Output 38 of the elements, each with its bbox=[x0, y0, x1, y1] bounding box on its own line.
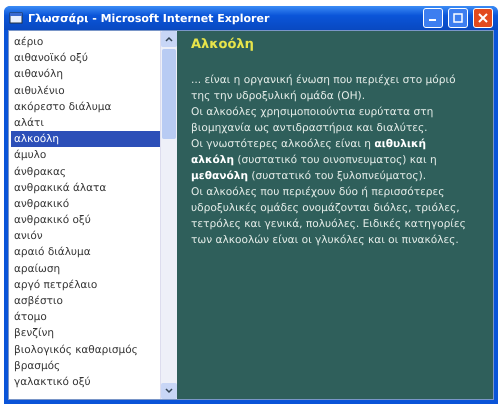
scrollbar[interactable] bbox=[160, 31, 177, 399]
glossary-item[interactable]: άνθρακας bbox=[11, 164, 160, 180]
maximize-button[interactable] bbox=[448, 8, 468, 28]
glossary-item[interactable]: αλάτι bbox=[11, 114, 160, 132]
entry-text: ... είναι η οργανική ένωση που περιέχει στο μόριό της την υδροξυλική ομάδα (ΟΗ). bbox=[191, 73, 457, 104]
glossary-item[interactable]: ανθρακικά άλατα bbox=[11, 180, 160, 196]
glossary-item[interactable]: ακόρεστο διάλυμα bbox=[11, 98, 160, 115]
glossary-item[interactable]: αιθυλένιο bbox=[11, 82, 160, 99]
window-title: Γλωσσάρι - Microsoft Internet Explorer bbox=[28, 12, 270, 24]
glossary-item[interactable]: αργό πετρέλαιο bbox=[11, 276, 160, 293]
close-button[interactable] bbox=[473, 8, 493, 28]
glossary-item[interactable]: γαλακτικό οξύ bbox=[11, 374, 160, 390]
glossary-item[interactable]: αραίωση bbox=[11, 260, 160, 277]
close-icon bbox=[478, 13, 488, 23]
scroll-thumb[interactable] bbox=[162, 49, 176, 139]
glossary-item[interactable]: αιθανόλη bbox=[11, 66, 160, 83]
scroll-down-icon[interactable] bbox=[161, 383, 177, 399]
glossary-item[interactable]: ασβέστιο bbox=[11, 293, 160, 310]
glossary-item[interactable]: αέριο bbox=[11, 34, 160, 50]
glossary-item[interactable]: άτομο bbox=[11, 309, 160, 326]
entry-text: Οι αλκοόλες χρησιμοποιούντια ευρύτατα στη βιομηχανία ως αντιδραστήρια και διαλύτες. bbox=[191, 105, 434, 136]
entry-text: Οι γνωστότερες αλκοόλες είναι η αιθυλική αλκόλη (συστατικό του οινοπνευματος) και η μεθανόλη (συστατικό του ξυλοπνεύματος). bbox=[191, 137, 438, 184]
glossary-item[interactable]: ανθρακικό bbox=[11, 196, 160, 212]
entry-title: Αλκοόλη bbox=[191, 37, 255, 52]
glossary-item[interactable]: ανθρακικό οξύ bbox=[11, 212, 160, 228]
scroll-up-icon[interactable] bbox=[161, 31, 177, 47]
glossary-item[interactable]: αιθανοϊκό οξύ bbox=[11, 50, 160, 66]
glossary-item[interactable]: αλκοόλη bbox=[11, 131, 160, 148]
minimize-button[interactable] bbox=[423, 8, 443, 28]
browser-icon bbox=[9, 11, 23, 25]
glossary-item[interactable]: άμυλο bbox=[11, 147, 160, 164]
glossary-item[interactable]: ανιόν bbox=[11, 228, 160, 244]
glossary-item[interactable]: βενζίνη bbox=[11, 325, 160, 342]
entry-text: Οι αλκοόλες που περιέχουν δύο ή περισσότερες υδροξυλικές ομάδες ονομάζονται διόλες, τριόλες, τετρόλες και γενικά, πολυόλες. Ειδικές κατηγορίες των αλκοολών είναι οι γλυκόλες και οι πινακόλες. bbox=[191, 185, 467, 248]
glossary-item[interactable]: βιολογικός καθαρισμός bbox=[11, 342, 160, 358]
glossary-item[interactable]: βρασμός bbox=[11, 358, 160, 374]
maximize-icon bbox=[453, 13, 463, 23]
glossary-item[interactable]: αραιό διάλυμα bbox=[11, 244, 160, 261]
